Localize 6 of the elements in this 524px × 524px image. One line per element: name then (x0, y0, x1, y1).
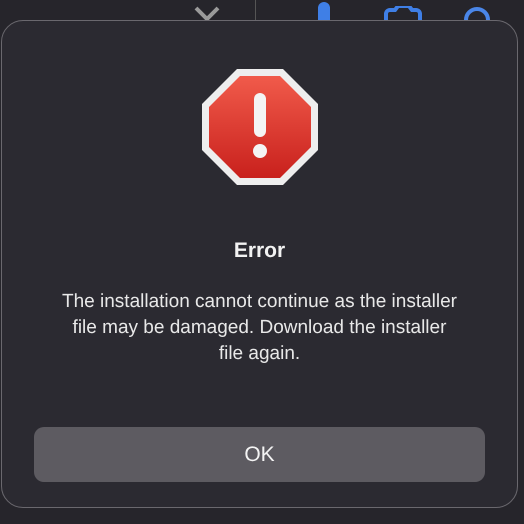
alert-title: Error (234, 239, 286, 263)
alert-message: The installation cannot continue as the installer file may be damaged. Download the installer file again. (60, 290, 458, 366)
camera-icon[interactable] (383, 6, 423, 20)
error-icon (200, 67, 320, 187)
pill-icon[interactable] (318, 2, 330, 20)
ok-button[interactable]: OK (34, 427, 485, 482)
